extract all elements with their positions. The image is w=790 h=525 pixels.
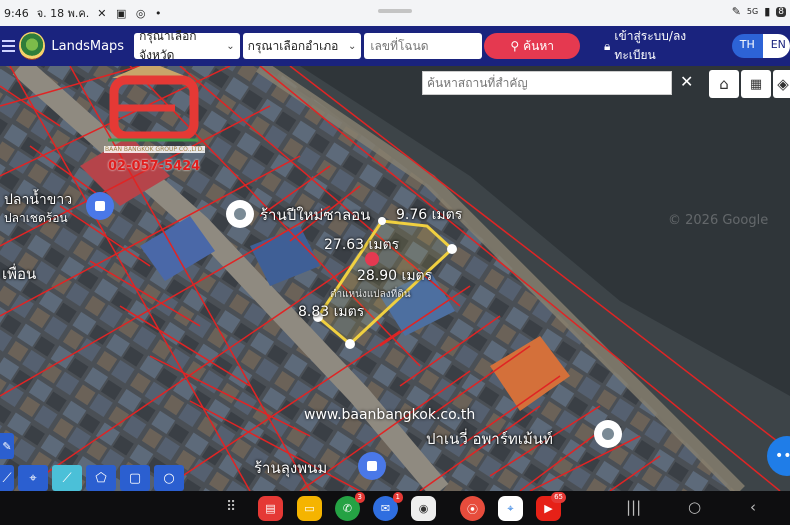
satellite-map[interactable]: © 2026 Google BAAN BANGKOK GROUP CO.,LTD… xyxy=(0,66,790,491)
measure-bottom-left: 8.83 เมตร xyxy=(298,304,365,320)
google-maps-app-icon[interactable]: ⌖ xyxy=(498,496,523,521)
app-drawer-icon[interactable]: ⠿ xyxy=(226,499,236,515)
layers-icon[interactable]: ◈ xyxy=(773,70,790,98)
status-right: ✎ 5G ▮ 8 xyxy=(732,5,786,18)
measure-top-right: 9.76 เมตร xyxy=(396,207,463,223)
close-icon[interactable]: ✕ xyxy=(680,72,693,91)
map-toolbar: ⟋ ⌖ ⟋ ⬠ ▢ ○ xyxy=(0,465,184,491)
lock-icon: 🔒︎ xyxy=(604,38,611,53)
poi-label-shop-bottom: ร้านลุงพนม xyxy=(254,459,328,477)
whatsapp-app-icon[interactable]: ✆ 3 xyxy=(335,492,365,521)
province-select-value: กรุณาเลือกจังหวัด xyxy=(139,29,197,62)
deed-number-input[interactable] xyxy=(364,33,483,59)
location-pin-icon[interactable]: ⌖ xyxy=(18,465,48,491)
home-nav-icon[interactable]: ○ xyxy=(688,498,701,516)
measure-line-icon[interactable]: ⟋ xyxy=(0,465,14,491)
chat-app-icon[interactable]: ✉ 1 xyxy=(373,492,403,521)
google-watermark: © 2026 Google xyxy=(668,213,768,228)
district-select-value: กรุณาเลือกอำเภอ xyxy=(247,38,339,53)
parcel-label: ตำแหน่งแปลงที่ดิน xyxy=(330,289,411,300)
network-icon: 5G xyxy=(746,7,759,16)
circle-icon[interactable]: ○ xyxy=(154,465,184,491)
recent-apps-icon[interactable]: ||| xyxy=(626,498,641,516)
poi-label-fish-sub: ปลาเชดร้อน xyxy=(4,211,68,225)
measure-top-left: 27.63 เมตร xyxy=(324,237,400,253)
login-link[interactable]: 🔒︎ เข้าสู่ระบบ/ลงทะเบียน xyxy=(604,27,720,65)
poi-pin-icon[interactable] xyxy=(226,200,254,228)
brand-title: LandsMaps xyxy=(51,38,125,54)
hamburger-icon[interactable] xyxy=(2,37,16,55)
polyline-icon[interactable]: ⟋ xyxy=(52,465,82,491)
chevron-down-icon: ⌄ xyxy=(226,40,235,52)
maps-pin-app-icon[interactable]: ⦿ xyxy=(460,496,485,521)
poi-shop-pin-icon[interactable] xyxy=(358,452,386,480)
pdf-app-icon[interactable]: ▤ xyxy=(258,496,283,521)
lang-th-button[interactable]: TH xyxy=(731,34,763,58)
app-header: LandsMaps กรุณาเลือกจังหวัด ⌄ กรุณาเลือก… xyxy=(0,26,790,66)
poi-label-fish-shop: ปลาน้ำขาว xyxy=(4,192,73,208)
back-nav-icon[interactable]: ‹ xyxy=(750,498,756,516)
signal-icon: ▮ xyxy=(764,5,771,18)
landsmaps-logo xyxy=(19,32,46,60)
poi-label-left-partial: เพื่อน xyxy=(2,265,37,283)
battery-icon: 8 xyxy=(776,6,786,17)
search-button-label: ค้นหา xyxy=(523,38,555,53)
overlay-phone: 02-057-5424 xyxy=(108,159,201,174)
overlay-logo-subtitle: BAAN BANGKOK GROUP CO.,LTD. xyxy=(104,146,206,153)
lang-en-button[interactable]: EN xyxy=(762,34,790,58)
notes-app-icon[interactable]: ▭ xyxy=(297,496,322,521)
window-grabber[interactable] xyxy=(378,9,412,13)
poi-pin-icon[interactable] xyxy=(594,420,622,448)
system-status-bar: 9:46 จ. 18 พ.ค. ✕ ▣ ◎ • ✎ 5G ▮ 8 xyxy=(0,0,790,26)
measure-bottom-right: 28.90 เมตร xyxy=(357,268,433,284)
grid-icon[interactable]: ▦ xyxy=(741,70,771,98)
android-nav-bar: ⠿ ▤ ▭ ✆ 3 ✉ 1 ◉ ⦿ ⌖ ▶ 65 ||| ○ ‹ xyxy=(0,491,790,525)
site-watermark: www.baanbangkok.co.th xyxy=(304,407,476,423)
district-select[interactable]: กรุณาเลือกอำเภอ ⌄ xyxy=(242,33,362,59)
status-time: 9:46 xyxy=(4,6,29,20)
poi-label-apartment: ปาเนวี่ อพาร์ทเม้นท์ xyxy=(426,430,553,448)
login-label: เข้าสู่ระบบ/ลงทะเบียน xyxy=(614,29,687,62)
search-button[interactable]: ⚲ ค้นหา xyxy=(484,33,581,59)
notification-icons: ✕ ▣ ◎ • xyxy=(97,6,165,20)
status-date: จ. 18 พ.ค. xyxy=(36,7,90,20)
province-select[interactable]: กรุณาเลือกจังหวัด ⌄ xyxy=(134,29,240,62)
youtube-app-icon[interactable]: ▶ 65 xyxy=(536,492,566,521)
magnifier-icon: ⚲ xyxy=(510,39,520,53)
language-toggle[interactable]: TH EN xyxy=(731,34,790,58)
home-icon[interactable]: ⌂ xyxy=(709,70,739,98)
polygon-icon[interactable]: ⬠ xyxy=(86,465,116,491)
chevron-down-icon: ⌄ xyxy=(348,40,357,52)
draw-tool-icon[interactable]: ✎ xyxy=(0,433,14,459)
poi-label-shop-top: ร้านปีใหม่ซาลอน xyxy=(260,206,371,224)
camera-app-icon[interactable]: ◉ xyxy=(411,496,436,521)
poi-lock-pin-icon[interactable] xyxy=(86,192,114,220)
place-search-input[interactable] xyxy=(422,71,672,95)
mute-icon: ✎ xyxy=(731,5,741,18)
rectangle-icon[interactable]: ▢ xyxy=(120,465,150,491)
